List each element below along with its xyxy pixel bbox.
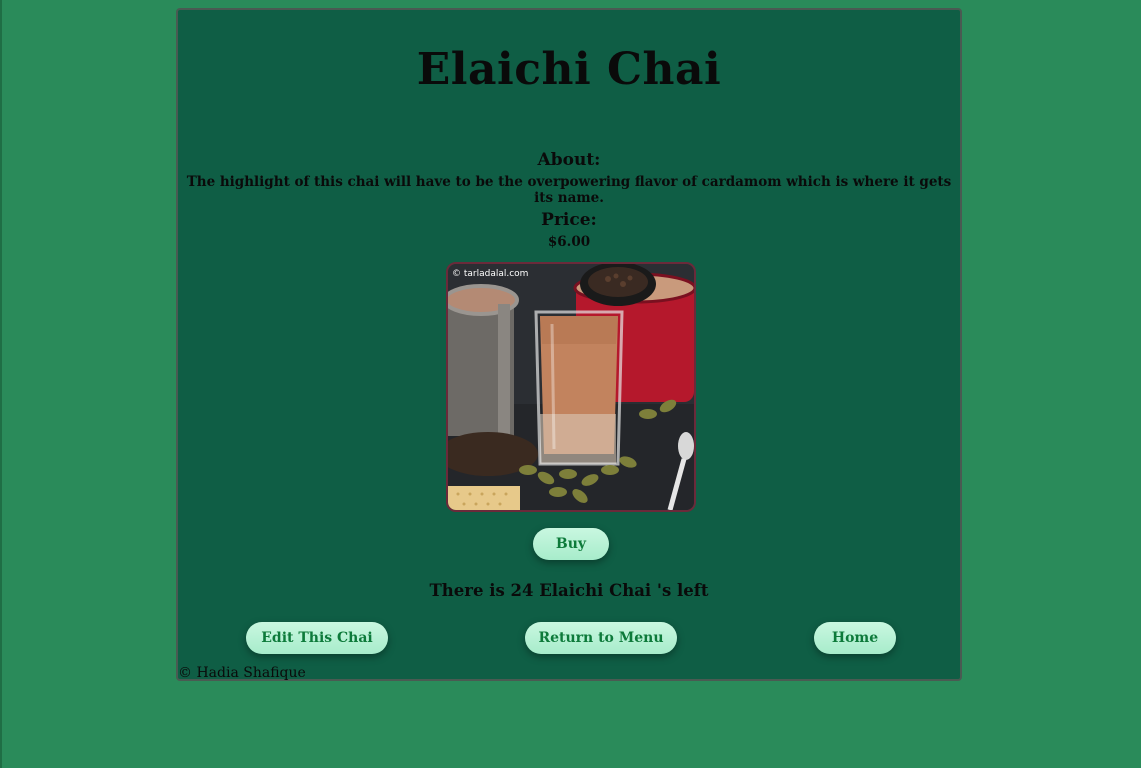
home-button[interactable]: Home bbox=[814, 622, 896, 654]
chai-photo: © tarladalal.com bbox=[446, 262, 696, 512]
window-edge bbox=[0, 0, 2, 768]
page-title: Elaichi Chai bbox=[416, 44, 722, 95]
image-watermark: © tarladalal.com bbox=[452, 269, 528, 279]
price-label: Price: bbox=[541, 210, 597, 230]
copyright-footer: © Hadia Shafique bbox=[178, 665, 306, 681]
buy-button[interactable]: Buy bbox=[533, 528, 609, 560]
stock-status-text: There is 24 Elaichi Chai 's left bbox=[429, 581, 709, 600]
about-label: About: bbox=[537, 150, 601, 170]
chai-detail-card: Elaichi Chai About: The highlight of thi… bbox=[176, 8, 962, 681]
edit-chai-button[interactable]: Edit This Chai bbox=[246, 622, 388, 654]
price-value: $6.00 bbox=[547, 234, 591, 250]
about-text: The highlight of this chai will have to … bbox=[186, 174, 952, 206]
return-to-menu-button[interactable]: Return to Menu bbox=[525, 622, 677, 654]
